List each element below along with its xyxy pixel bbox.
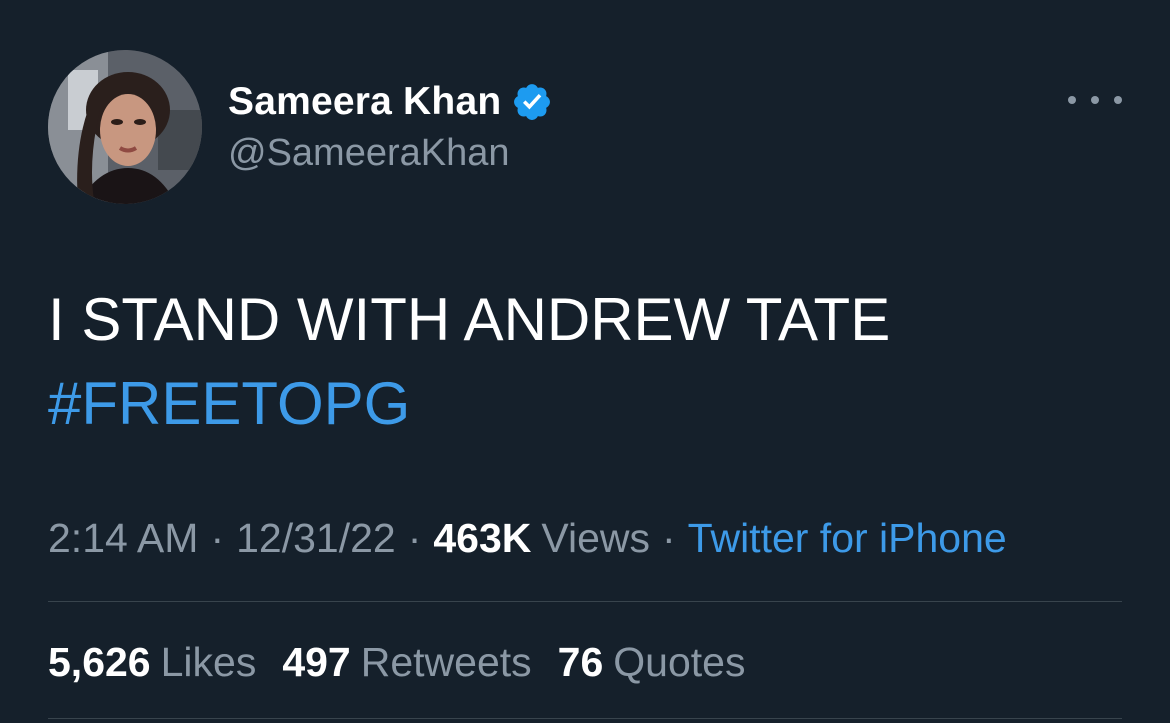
tweet-time[interactable]: 2:14 AM xyxy=(48,515,198,562)
retweets-label: Retweets xyxy=(360,638,532,685)
quotes-label: Quotes xyxy=(613,638,746,685)
tweet-meta: 2:14 AM · 12/31/22 · 463K Views · Twitte… xyxy=(48,512,1007,564)
tweet-text-line: I STAND WITH ANDREW TATE xyxy=(48,286,891,353)
hashtag-link[interactable]: #FREETOPG xyxy=(48,362,1128,446)
retweets-stat[interactable]: 497 Retweets xyxy=(282,639,531,686)
verified-badge-icon xyxy=(511,81,553,123)
profile-photo-icon xyxy=(48,50,202,204)
tweet-date[interactable]: 12/31/22 xyxy=(236,515,396,562)
avatar[interactable] xyxy=(48,50,202,204)
divider xyxy=(48,718,1122,719)
display-name[interactable]: Sameera Khan xyxy=(228,80,501,124)
more-dot-icon xyxy=(1114,96,1122,104)
meta-separator: · xyxy=(662,514,676,561)
more-dot-icon xyxy=(1068,96,1076,104)
likes-stat[interactable]: 5,626 Likes xyxy=(48,639,256,686)
more-dot-icon xyxy=(1091,96,1099,104)
tweet-stats: 5,626 Likes 497 Retweets 76 Quotes xyxy=(48,636,771,688)
author-handle[interactable]: @SameeraKhan xyxy=(228,132,510,175)
meta-separator: · xyxy=(210,514,225,561)
divider xyxy=(48,601,1122,602)
views-label[interactable]: Views xyxy=(541,515,650,562)
more-options-button[interactable] xyxy=(1068,86,1122,114)
tweet-text: I STAND WITH ANDREW TATE #FREETOPG xyxy=(48,278,1128,446)
retweets-count: 497 xyxy=(282,638,351,685)
likes-label: Likes xyxy=(160,638,257,685)
meta-separator: · xyxy=(407,514,422,561)
source-link[interactable]: Twitter for iPhone xyxy=(688,515,1007,562)
likes-count: 5,626 xyxy=(48,638,151,685)
quotes-count: 76 xyxy=(557,638,604,685)
author-name-row[interactable]: Sameera Khan xyxy=(228,78,553,126)
views-count[interactable]: 463K xyxy=(433,515,531,562)
quotes-stat[interactable]: 76 Quotes xyxy=(558,639,746,686)
